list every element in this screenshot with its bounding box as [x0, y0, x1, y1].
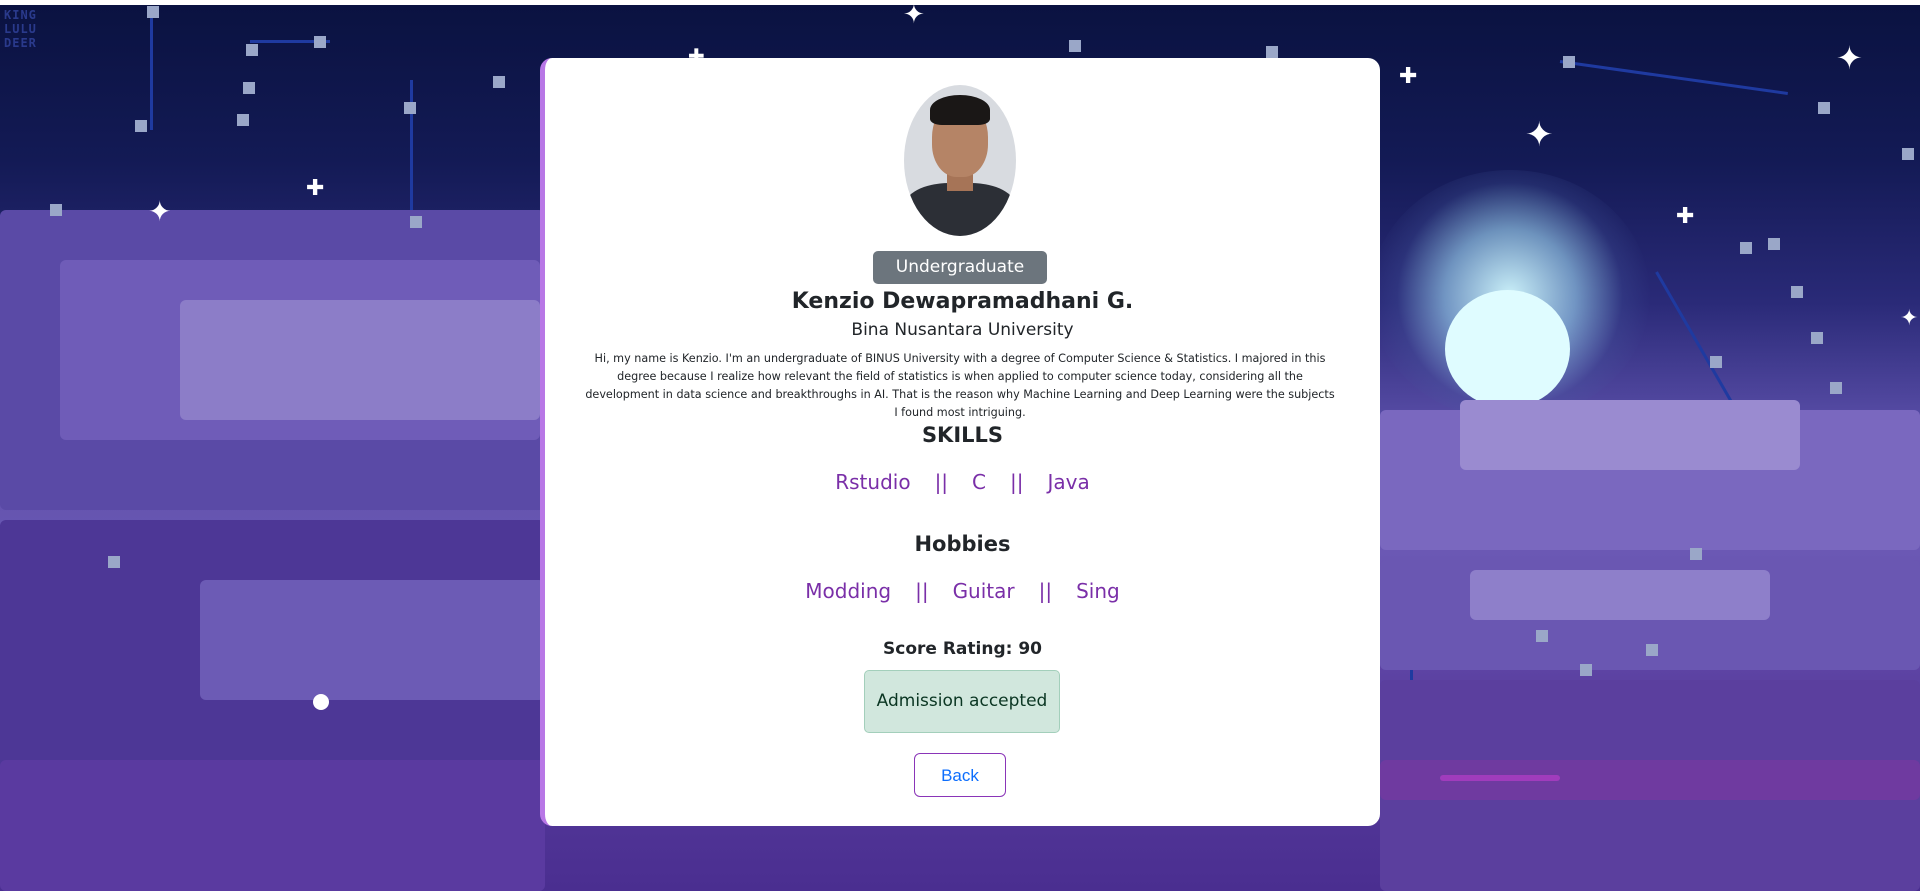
hobby-separator: ||: [915, 579, 929, 603]
constellation-dot: [410, 216, 422, 228]
back-button[interactable]: Back: [914, 753, 1006, 797]
profile-bio: Hi, my name is Kenzio. I'm an undergradu…: [585, 352, 1335, 419]
skills-list: Rstudio || C || Java: [545, 470, 1380, 494]
skill-item: Rstudio: [835, 470, 911, 494]
constellation-dot: [493, 76, 505, 88]
skill-separator: ||: [934, 470, 949, 494]
constellation-dot: [314, 36, 326, 48]
cloud: [200, 580, 545, 700]
constellation-dot: [1690, 548, 1702, 560]
constellation-dot: [1563, 56, 1575, 68]
constellation-line: [150, 10, 153, 130]
avatar-hair: [930, 95, 990, 125]
star-icon: ✦: [148, 195, 172, 228]
constellation-dot: [108, 556, 120, 568]
constellation-dot: [1818, 102, 1830, 114]
glow-dot: [313, 694, 329, 710]
cloud: [1440, 775, 1560, 781]
star-icon: ✦: [1836, 39, 1863, 77]
profile-card: Undergraduate Kenzio Dewapramadhani G. B…: [540, 58, 1380, 826]
constellation-dot: [1740, 242, 1752, 254]
star-icon: ✚: [1676, 204, 1695, 229]
hobby-item: Guitar: [952, 579, 1015, 603]
constellation-dot: [1768, 238, 1780, 250]
hobby-item: Sing: [1076, 579, 1120, 603]
admission-status-alert: Admission accepted: [864, 670, 1060, 733]
constellation-dot: [1811, 332, 1823, 344]
star-icon: ✦: [1525, 115, 1554, 155]
constellation-line: [1559, 60, 1788, 95]
cloud: [180, 300, 540, 420]
degree-badge: Undergraduate: [873, 251, 1047, 284]
hobbies-list: Modding || Guitar || Sing: [545, 579, 1380, 603]
cloud: [1460, 400, 1800, 470]
constellation-dot: [1902, 148, 1914, 160]
avatar: [904, 85, 1016, 236]
constellation-dot: [50, 204, 62, 216]
constellation-dot: [1069, 40, 1081, 52]
constellation-dot: [246, 44, 258, 56]
constellation-dot: [1646, 644, 1658, 656]
top-strip: [0, 0, 1920, 5]
cloud: [1470, 570, 1770, 620]
profile-university: Bina Nusantara University: [851, 320, 1074, 340]
moon: [1445, 290, 1570, 408]
constellation-dot: [135, 120, 147, 132]
star-icon: ✦: [1900, 306, 1919, 331]
star-icon: ✚: [306, 176, 325, 201]
constellation-dot: [147, 6, 159, 18]
constellation-dot: [1266, 46, 1278, 58]
constellation-dot: [1710, 356, 1722, 368]
constellation-dot: [1536, 630, 1548, 642]
hobbies-title: Hobbies: [914, 532, 1011, 556]
background-logo: KING LULU DEER: [4, 8, 37, 50]
star-icon: ✦: [903, 0, 925, 30]
constellation-dot: [243, 82, 255, 94]
skills-title: SKILLS: [921, 423, 1004, 447]
hobby-separator: ||: [1038, 579, 1053, 603]
constellation-dot: [404, 102, 416, 114]
skill-separator: ||: [1010, 470, 1024, 494]
constellation-dot: [1580, 664, 1592, 676]
profile-name: Kenzio Dewapramadhani G.: [791, 289, 1134, 314]
constellation-dot: [1791, 286, 1803, 298]
star-icon: ✚: [1399, 64, 1418, 89]
skill-item: Java: [1047, 470, 1090, 494]
cloud: [0, 760, 545, 891]
hobby-item: Modding: [805, 579, 892, 603]
score-rating: Score Rating: 90: [883, 639, 1042, 659]
skill-item: C: [972, 470, 987, 494]
constellation-dot: [237, 114, 249, 126]
constellation-dot: [1830, 382, 1842, 394]
